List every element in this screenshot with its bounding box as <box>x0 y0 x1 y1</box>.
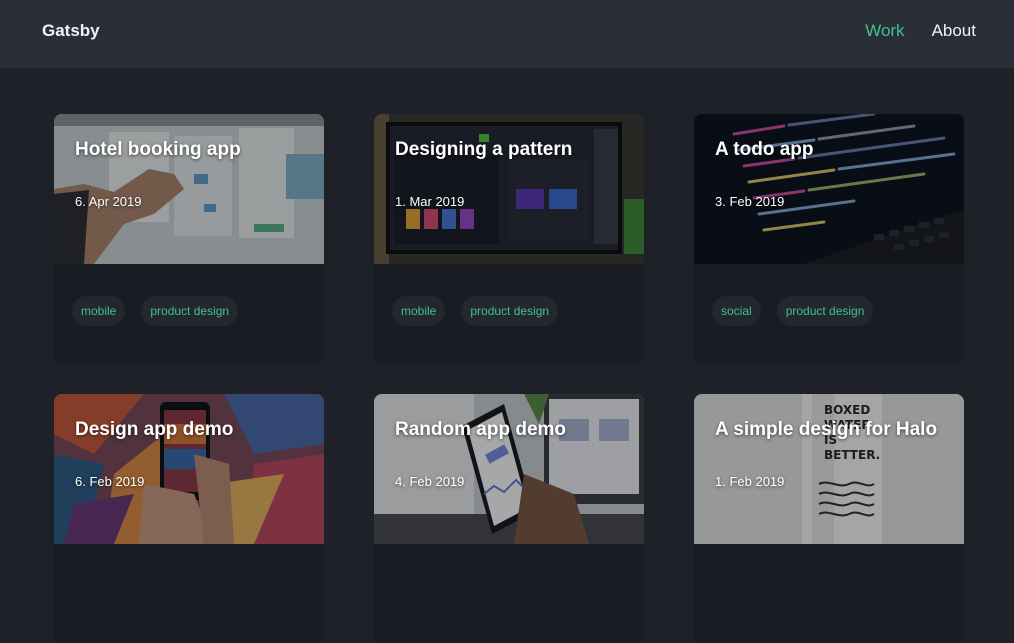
project-card[interactable]: Designing a pattern 1. Mar 2019 mobile p… <box>374 114 644 363</box>
tag-mobile[interactable]: mobile <box>392 296 446 326</box>
nav-link-work[interactable]: Work <box>865 21 904 41</box>
whiteboard-sketch-photo <box>54 114 324 264</box>
project-date: 3. Feb 2019 <box>715 194 785 209</box>
project-card[interactable]: BOXED WATER IS BETTER. A simple design f… <box>694 394 964 643</box>
project-date: 1. Feb 2019 <box>715 474 785 489</box>
project-title: A simple design for Halo <box>715 419 938 440</box>
brand-logo-link[interactable]: Gatsby <box>42 21 100 41</box>
project-card[interactable]: Random app demo 4. Feb 2019 <box>374 394 644 643</box>
main-nav: Work About <box>865 21 976 41</box>
tag-mobile[interactable]: mobile <box>72 296 126 326</box>
tag-social[interactable]: social <box>712 296 761 326</box>
top-navigation-bar: Gatsby Work About <box>0 0 1014 68</box>
project-date: 6. Feb 2019 <box>75 474 145 489</box>
tag-product-design[interactable]: product design <box>141 296 239 326</box>
project-card[interactable]: Hotel booking app 6. Apr 2019 mobile pro… <box>54 114 324 363</box>
project-card[interactable]: Design app demo 6. Feb 2019 <box>54 394 324 643</box>
tag-list: mobile product design <box>72 296 239 326</box>
project-date: 6. Apr 2019 <box>75 194 142 209</box>
project-card[interactable]: A todo app 3. Feb 2019 social product de… <box>694 114 964 363</box>
tag-product-design[interactable]: product design <box>461 296 559 326</box>
project-date: 4. Feb 2019 <box>395 474 465 489</box>
phone-dashboard-photo <box>374 394 644 544</box>
project-title: Random app demo <box>395 419 567 440</box>
project-title: Designing a pattern <box>395 139 573 160</box>
nav-link-about[interactable]: About <box>932 21 976 41</box>
project-title: Hotel booking app <box>75 139 241 160</box>
phone-graffiti-photo <box>54 394 324 544</box>
project-date: 1. Mar 2019 <box>395 194 465 209</box>
halo-bottle-photo: BOXED WATER IS BETTER. <box>694 394 964 544</box>
tag-list: social product design <box>712 296 874 326</box>
tag-list: mobile product design <box>392 296 559 326</box>
tag-product-design[interactable]: product design <box>776 296 874 326</box>
project-title: A todo app <box>715 139 814 160</box>
monitor-design-photo <box>374 114 644 264</box>
project-title: Design app demo <box>75 419 234 440</box>
laptop-code-photo <box>694 114 964 264</box>
